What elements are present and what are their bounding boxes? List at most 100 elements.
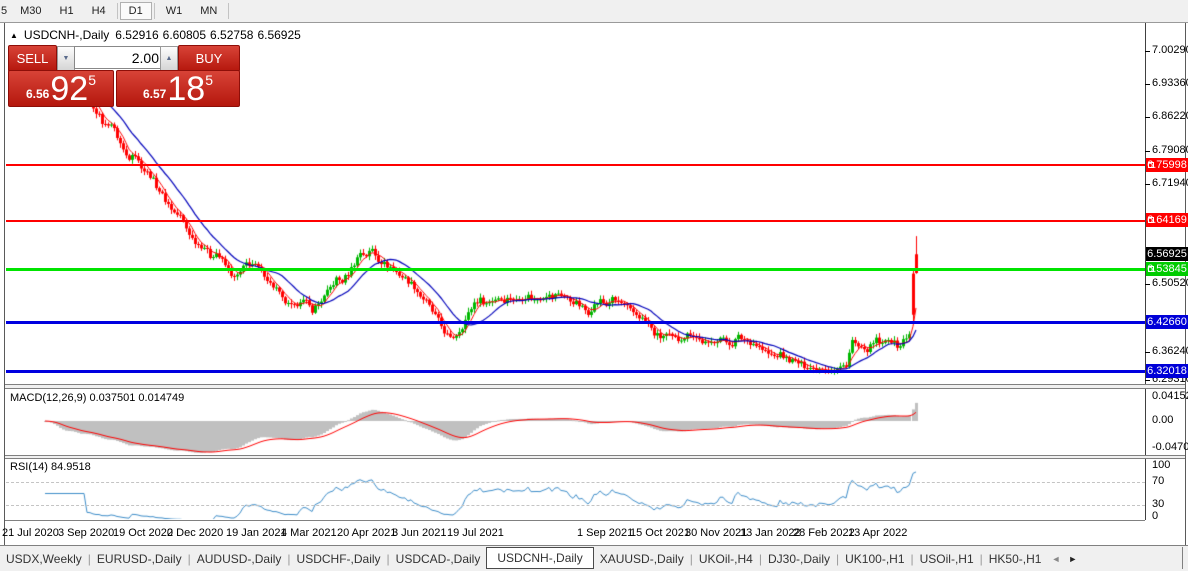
date-axis-label: 4 Mar 2021	[281, 527, 337, 539]
timeframe-toolbar: 5 M30 H1 H4 D1 W1 MN	[0, 0, 1188, 23]
macd-panel-divider[interactable]	[5, 384, 1185, 389]
timeframe-button-m5[interactable]: 5	[0, 3, 11, 19]
buy-price-figure: 6.57	[143, 87, 167, 101]
one-click-trading-panel: SELL ▼ ▲ BUY 6.56 92 5 6.57 18 5	[8, 45, 240, 107]
tab-uk100-h1[interactable]: UK100-,H1	[839, 549, 910, 569]
collapse-chart-icon[interactable]: ▲	[10, 31, 18, 40]
date-axis-label: 1 Sep 2021	[577, 527, 634, 539]
timeframe-button-w1[interactable]: W1	[157, 3, 192, 19]
hline-support-64266[interactable]	[6, 321, 1145, 324]
tab-usdcnh-daily-active[interactable]: USDCNH-,Daily	[486, 547, 594, 569]
price-axis-label: 6.86220	[1152, 110, 1188, 122]
mt4-application-window: 5 M30 H1 H4 D1 W1 MN ▲ USDCNH-,Daily 6.5…	[0, 0, 1188, 571]
chart-tab-bar: USDX,Weekly | EURUSD-,Daily | AUDUSD-,Da…	[0, 545, 1188, 571]
timeframe-button-h1[interactable]: H1	[51, 3, 83, 19]
date-axis-label: 13 Jan 2022	[740, 527, 801, 539]
rsi-level-30-line	[6, 505, 1145, 506]
chart-header: ▲ USDCNH-,Daily 6.52916 6.60805 6.52758 …	[10, 28, 301, 42]
timeframe-button-h4[interactable]: H4	[83, 3, 115, 19]
date-axis-label: 21 Jul 2020	[2, 527, 59, 539]
volume-input[interactable]	[74, 46, 166, 69]
chevron-up-icon: ▲	[165, 55, 173, 62]
tab-dj30-daily[interactable]: DJ30-,Daily	[762, 549, 836, 569]
price-axis-label: 6.71940	[1152, 177, 1188, 189]
price-axis-label: 7.00290	[1152, 44, 1188, 56]
date-axis-label: 15 Oct 2021	[630, 527, 690, 539]
macd-axis-label: -0.04707	[1152, 441, 1188, 453]
macd-axis-label: 0.00	[1152, 414, 1174, 426]
rsi-axis-label: 0	[1152, 510, 1159, 522]
date-axis-label: 2 Dec 2020	[167, 527, 224, 539]
tab-eurusd-daily[interactable]: EURUSD-,Daily	[91, 549, 188, 569]
date-axis-label: 3 Jun 2021	[392, 527, 447, 539]
hline-support-65385[interactable]	[6, 268, 1145, 271]
tab-hk50-h1[interactable]: HK50-,H1	[983, 549, 1048, 569]
buy-button[interactable]: BUY	[178, 45, 240, 72]
timeframe-button-d1[interactable]: D1	[119, 2, 152, 20]
rsi-level-70-line	[6, 482, 1145, 483]
rsi-axis-label: 30	[1152, 498, 1165, 510]
price-badge-support-green: 6.53845	[1146, 262, 1188, 276]
tab-usdcad-daily[interactable]: USDCAD-,Daily	[390, 549, 487, 569]
price-axis-tick	[1145, 184, 1150, 185]
ohlc-high: 6.60805	[162, 28, 207, 42]
date-axis-label: 19 Jan 2021	[226, 527, 287, 539]
tab-xauusd-daily[interactable]: XAUUSD-,Daily	[594, 549, 690, 569]
buy-price-pips: 18	[167, 70, 206, 109]
chevron-down-icon: ▼	[62, 55, 70, 62]
rsi-axis-label: 70	[1152, 475, 1165, 487]
volume-decrease-button[interactable]: ▼	[57, 46, 75, 71]
sell-button[interactable]: SELL	[8, 45, 57, 72]
macd-axis-label: 0.041528	[1152, 390, 1188, 402]
tab-bar-end-separator	[1182, 547, 1183, 569]
price-axis-tick	[1145, 117, 1150, 118]
hline-resistance-67600[interactable]	[6, 164, 1145, 166]
date-axis-label: 19 Oct 2020	[113, 527, 173, 539]
volume-increase-button[interactable]: ▲	[160, 46, 178, 71]
hline-support-63202[interactable]	[6, 370, 1145, 373]
sell-price-display[interactable]: 6.56 92 5	[8, 70, 114, 107]
date-axis-label: 19 Jul 2021	[447, 527, 504, 539]
date-axis-label: 3 Sep 2020	[58, 527, 115, 539]
price-badge-resistance-lower: 6.64169	[1146, 213, 1188, 227]
price-axis-label: 6.79080	[1152, 144, 1188, 156]
rsi-indicator-title: RSI(14) 84.9518	[10, 461, 91, 473]
rsi-panel-divider[interactable]	[5, 455, 1185, 459]
price-badge-support-blue-upper: 6.42660	[1146, 315, 1188, 329]
price-axis-tick	[1145, 380, 1150, 381]
tab-usdchf-daily[interactable]: USDCHF-,Daily	[291, 549, 387, 569]
sell-price-pips: 92	[50, 70, 89, 109]
tab-ukoil-h4[interactable]: UKOil-,H4	[693, 549, 759, 569]
buy-price-point: 5	[205, 72, 213, 88]
sell-price-point: 5	[88, 72, 96, 88]
macd-indicator-title: MACD(12,26,9) 0.037501 0.014749	[10, 392, 185, 404]
tab-scroll-right-icon[interactable]: ►	[1068, 554, 1077, 564]
rsi-axis-label: 100	[1152, 459, 1171, 471]
tab-scroll-arrows: ◄ ►	[1051, 554, 1077, 564]
price-axis-tick	[1145, 352, 1150, 353]
ohlc-close: 6.56925	[257, 28, 301, 42]
sell-price-figure: 6.56	[26, 87, 50, 101]
tab-scroll-left-icon[interactable]: ◄	[1051, 554, 1060, 564]
chart-symbol-title: USDCNH-,Daily	[23, 28, 110, 42]
price-axis-label: 6.93360	[1152, 77, 1188, 89]
date-axis-label: 30 Nov 2021	[685, 527, 748, 539]
price-axis-tick	[1145, 151, 1150, 152]
price-badge-current-price: 6.56925	[1146, 247, 1188, 261]
tab-audusd-daily[interactable]: AUDUSD-,Daily	[191, 549, 288, 569]
price-axis-tick	[1145, 51, 1150, 52]
price-axis-label: 6.36240	[1152, 345, 1188, 357]
timeframe-button-mn[interactable]: MN	[191, 3, 226, 19]
date-axis-label: 28 Feb 2022	[793, 527, 855, 539]
buy-price-display[interactable]: 6.57 18 5	[116, 70, 240, 107]
date-axis-label: 20 Apr 2021	[337, 527, 397, 539]
toolbar-separator	[228, 3, 230, 19]
hline-resistance-66417[interactable]	[6, 220, 1145, 222]
tab-usoil-h1[interactable]: USOil-,H1	[914, 549, 980, 569]
timeframe-button-m30[interactable]: M30	[11, 3, 50, 19]
tab-usdx-weekly[interactable]: USDX,Weekly	[0, 549, 88, 569]
ohlc-open: 6.52916	[115, 28, 159, 42]
date-axis-label: 13 Apr 2022	[848, 527, 908, 539]
ohlc-low: 6.52758	[210, 28, 254, 42]
price-badge-support-blue-lower: 6.32018	[1146, 364, 1188, 378]
